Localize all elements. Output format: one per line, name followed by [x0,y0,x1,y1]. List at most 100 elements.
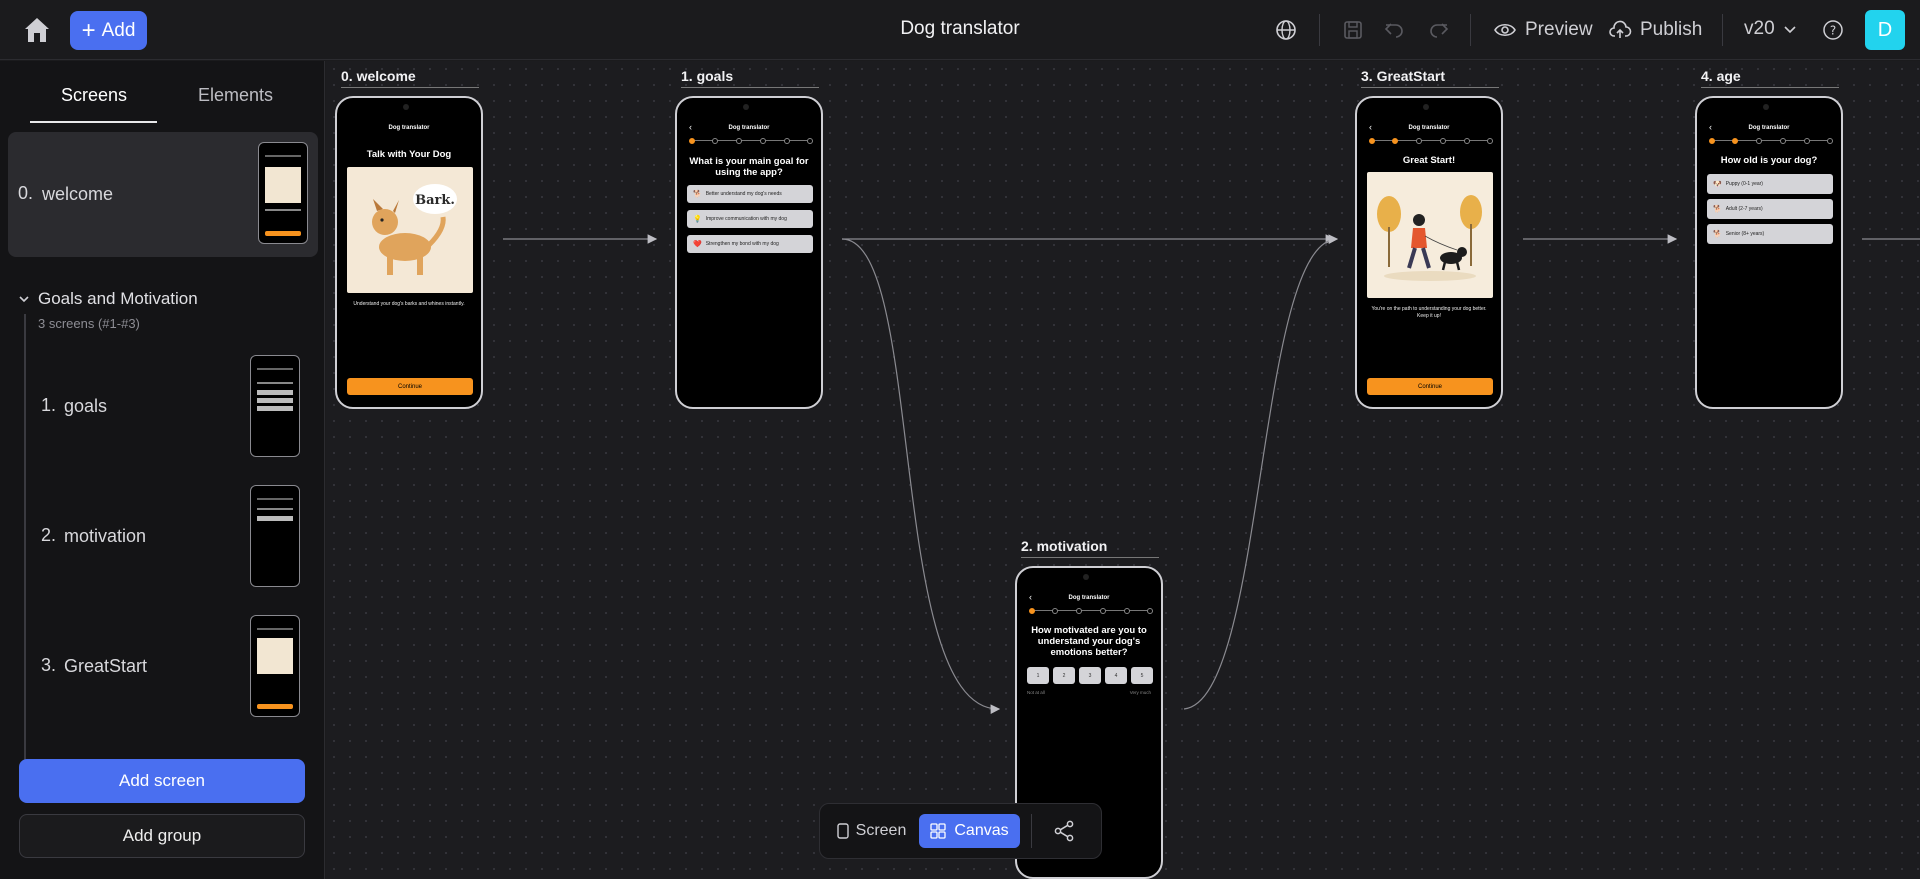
camera-notch [403,104,409,110]
undo-icon[interactable] [1382,18,1406,42]
frame-label-goals[interactable]: 1. goals [681,68,819,88]
publish-button[interactable]: Publish [1608,18,1702,42]
screen-number: 1. [41,395,57,415]
progress-steps [1029,608,1153,614]
rating-option[interactable]: 5 [1131,667,1153,684]
toolbar-divider [1470,14,1471,46]
walking-dog-illustration [1367,172,1493,298]
group-tree-line [24,314,26,799]
option-item[interactable]: ❤️ Strengthen my bond with my dog [687,235,813,253]
screen-view-button[interactable]: Screen [830,814,913,848]
save-icon[interactable] [1341,18,1365,42]
tab-elements[interactable]: Elements [198,85,273,106]
preview-button[interactable]: Preview [1493,18,1593,42]
sidebar-tabs: Screens Elements [0,61,325,123]
group-title: Goals and Motivation [38,289,198,308]
puppy-icon: 🐶 [1713,181,1722,188]
frame-label-age[interactable]: 4. age [1701,68,1839,88]
rating-option[interactable]: 3 [1079,667,1101,684]
group-subtitle: 3 screens (#1-#3) [38,316,140,331]
progress-steps [1709,138,1833,144]
version-dropdown[interactable]: v20 [1744,18,1797,40]
screen-title: What is your main goal for using the app… [689,156,809,178]
frame-label-motivation[interactable]: 2. motivation [1021,538,1159,558]
option-text: Strengthen my bond with my dog [705,241,779,247]
option-text: Puppy (0-1 year) [1725,181,1763,187]
rating-option[interactable]: 2 [1053,667,1075,684]
canvas-view-button[interactable]: Canvas [919,814,1020,848]
screen-number: 3. [41,655,57,675]
connector-arrow [1183,234,1339,710]
dog-illustration: Bark. [347,167,473,293]
app-name: Dog translator [1748,125,1790,131]
screen-title: Talk with Your Dog [366,149,452,160]
camera-notch [1423,104,1429,110]
tab-screens[interactable]: Screens [61,85,127,106]
toolbar-divider [1319,14,1320,46]
screen-title: How motivated are you to understand your… [1031,625,1147,658]
screen-name: welcome [42,184,114,204]
flow-canvas[interactable]: 0. welcome Dog translator Talk with Your… [326,61,1920,879]
svg-text:?: ? [1830,24,1836,38]
option-item[interactable]: 🐕 Better understand my dog's needs [687,185,813,203]
sidebar: Screens Elements 0. welcome Goals and Mo… [0,61,325,879]
active-tab-indicator [30,121,157,123]
redo-icon[interactable] [1427,18,1451,42]
screen-thumbnail [250,355,300,457]
phone-frame-age[interactable]: ‹ Dog translator How old is your dog? 🐶 P… [1695,96,1843,409]
rating-option[interactable]: 1 [1027,667,1049,684]
lightbulb-icon: 💡 [693,216,702,223]
phone-icon [836,823,849,839]
app-name: Dog translator [1408,125,1450,131]
grid-icon [930,823,947,839]
screen-title: How old is your dog? [1720,155,1818,166]
continue-button[interactable]: Continue [1367,378,1493,395]
option-item[interactable]: 💡 Improve communication with my dog [687,210,813,228]
option-text: Senior (8+ years) [1725,231,1765,237]
cloud-upload-icon [1609,20,1632,38]
option-text: Adult (2-7 years) [1725,206,1763,212]
top-bar: + Add Dog translator Preview Publish v20 … [0,0,1920,60]
option-item[interactable]: 🐶 Puppy (0-1 year) [1707,174,1833,194]
phone-frame-greatstart[interactable]: ‹ Dog translator Great Start! You're on … [1355,96,1503,409]
rating-scale: 1 2 3 4 5 [1027,667,1153,684]
share-icon[interactable] [1052,819,1076,843]
option-item[interactable]: 🐕 Adult (2-7 years) [1707,199,1833,219]
screen-item-welcome[interactable]: 0. welcome [8,132,318,257]
add-button[interactable]: + Add [70,11,147,50]
frame-label-greatstart[interactable]: 3. GreatStart [1361,68,1499,88]
continue-button[interactable]: Continue [347,378,473,395]
publish-label: Publish [1640,19,1703,40]
rating-option[interactable]: 4 [1105,667,1127,684]
user-avatar[interactable]: D [1865,10,1905,50]
add-group-button[interactable]: Add group [19,814,305,858]
dog-icon: 🐕 [1713,206,1722,213]
canvas-view-label: Canvas [954,822,1009,839]
screen-title: Great Start! [1402,155,1456,166]
app-name: Dog translator [728,125,770,131]
home-icon[interactable] [22,16,52,44]
screen-name: goals [64,396,108,416]
progress-steps [1369,138,1493,144]
chevron-down-icon [19,296,29,303]
group-header[interactable]: Goals and Motivation [18,289,198,309]
frame-label-welcome[interactable]: 0. welcome [341,68,479,88]
add-screen-button[interactable]: Add screen [19,759,305,803]
phone-frame-goals[interactable]: ‹ Dog translator What is your main goal … [675,96,823,409]
option-item[interactable]: 🐕 Senior (8+ years) [1707,224,1833,244]
screen-thumbnail [250,615,300,717]
app-name: Dog translator [388,125,430,131]
globe-icon[interactable] [1274,18,1298,42]
help-icon[interactable]: ? [1821,18,1845,42]
speech-bubble-text: Bark. [415,193,455,208]
screen-caption: Understand your dog's barks and whines i… [353,301,465,307]
progress-steps [689,138,813,144]
heart-icon: ❤️ [693,241,702,248]
camera-notch [1083,574,1089,580]
view-toggle: Screen Canvas [819,803,1102,859]
screen-caption: You're on the path to understanding your… [1371,306,1487,319]
plus-icon: + [81,16,96,44]
add-button-label: Add [101,19,136,41]
screen-thumbnail [258,142,308,244]
phone-frame-welcome[interactable]: Dog translator Talk with Your Dog Bark. … [335,96,483,409]
